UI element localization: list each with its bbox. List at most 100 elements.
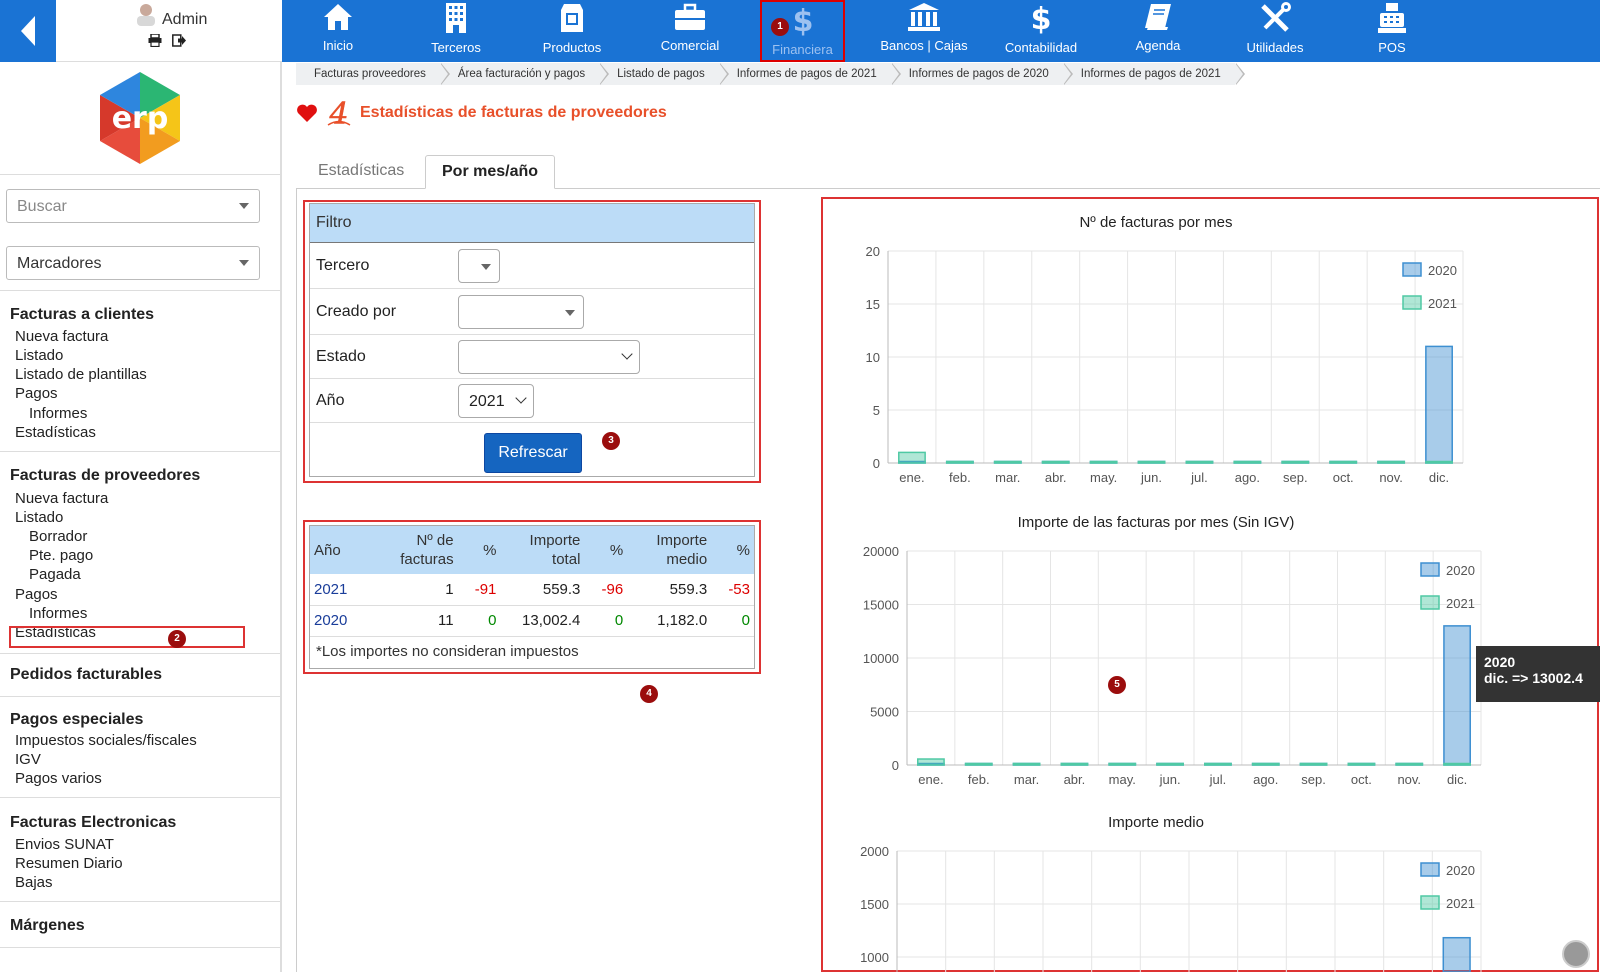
section-pedidos-facturables[interactable]: Pedidos facturables (10, 666, 162, 684)
nav-utilidades[interactable]: Utilidades (1240, 0, 1310, 62)
chevron-down-icon (565, 310, 575, 316)
bar (1137, 460, 1166, 464)
y-tick-label: 0 (892, 758, 899, 773)
breadcrumb-item[interactable]: Informes de pagos de 2020 (890, 63, 1073, 85)
user-name[interactable]: Admin (162, 11, 207, 29)
table-row: 2021 1 -91 559.3 -96 559.3 -53 (310, 574, 754, 606)
breadcrumb-item[interactable]: Facturas proveedores (296, 63, 450, 85)
breadcrumb-item[interactable]: Área facturación y pagos (439, 63, 610, 85)
cell-pct: 0 (584, 605, 628, 637)
nav-label: Bancos | Cajas (880, 38, 968, 53)
filter-row-anio: Año 2021 (310, 379, 754, 423)
bookmarks-select[interactable]: Marcadores (6, 246, 260, 280)
step-badge: 1 (771, 18, 789, 36)
back-button[interactable] (0, 0, 56, 62)
sidebar-item-nueva-factura[interactable]: Nueva factura (15, 490, 108, 507)
sidebar-item-pagada[interactable]: Pagada (29, 566, 81, 583)
chevron-down-icon (515, 392, 527, 404)
bar (1204, 762, 1232, 766)
sidebar-item-igv[interactable]: IGV (15, 751, 41, 768)
tab-estadisticas[interactable]: Estadísticas (302, 155, 420, 189)
bar (1089, 460, 1118, 464)
y-tick-label: 20000 (863, 544, 899, 559)
section-pagos-especiales[interactable]: Pagos especiales (10, 711, 143, 729)
sidebar-item-pte-pago[interactable]: Pte. pago (29, 547, 93, 564)
nav-contabilidad[interactable]: $ Contabilidad (1002, 0, 1080, 62)
nav-agenda[interactable]: Agenda (1128, 0, 1188, 62)
creado-por-select[interactable] (458, 295, 584, 329)
tools-icon (1261, 2, 1291, 32)
y-tick-label: 20 (866, 244, 880, 259)
bar (1281, 460, 1310, 464)
sidebar-item-borrador[interactable]: Borrador (29, 528, 87, 545)
bar (1347, 762, 1376, 766)
bar (1233, 460, 1262, 464)
svg-text:$: $ (1031, 2, 1052, 34)
chart-title: Nº de facturas por mes (1079, 214, 1232, 231)
logout-icon[interactable] (172, 34, 186, 50)
sidebar-item-bajas[interactable]: Bajas (15, 874, 53, 891)
cell-avg: 1,182.0 (627, 605, 712, 637)
year-link[interactable]: 2020 (310, 605, 370, 637)
tab-por-mes-anio[interactable]: Por mes/año (425, 155, 556, 189)
nav-comercial[interactable]: Comercial (656, 0, 724, 62)
nav-pos[interactable]: POS (1362, 0, 1422, 62)
nav-bancos-cajas[interactable]: Bancos | Cajas (878, 0, 970, 62)
sidebar-item-listado[interactable]: Listado (15, 509, 63, 526)
year-link[interactable]: 2021 (310, 574, 370, 606)
nav-inicio[interactable]: Inicio (308, 0, 368, 62)
nav-terceros[interactable]: Terceros (426, 0, 486, 62)
sidebar-item-nueva-factura[interactable]: Nueva factura (15, 328, 108, 345)
sidebar-item-listado[interactable]: Listado (15, 347, 63, 364)
sidebar-item-informes[interactable]: Informes (29, 605, 87, 622)
sidebar: erp Buscar Marcadores Facturas a cliente… (0, 62, 282, 972)
svg-text:erp: erp (112, 101, 169, 136)
x-tick-label: ene. (899, 470, 924, 485)
anio-select[interactable]: 2021 (458, 384, 534, 418)
breadcrumb-item[interactable]: Informes de pagos de 2021 (718, 63, 901, 85)
dollar-icon: $ (792, 4, 813, 36)
sidebar-item-envios-sunat[interactable]: Envios SUNAT (15, 836, 114, 853)
breadcrumb-item[interactable]: Listado de pagos (599, 63, 729, 85)
section-margenes[interactable]: Márgenes (10, 917, 85, 935)
estado-select[interactable] (458, 340, 640, 374)
section-facturas-electronicas[interactable]: Facturas Electronicas (10, 814, 176, 832)
cell-total: 13,002.4 (500, 605, 585, 637)
print-icon[interactable] (148, 33, 162, 50)
refresh-button[interactable]: Refrescar (484, 433, 582, 473)
bar (1443, 762, 1471, 766)
sidebar-item-pagos[interactable]: Pagos (15, 385, 58, 402)
sidebar-item-pagos-varios[interactable]: Pagos varios (15, 770, 102, 787)
scroll-handle[interactable] (1562, 940, 1590, 968)
x-tick-label: oct. (1333, 470, 1354, 485)
sidebar-item-impuestos[interactable]: Impuestos sociales/fiscales (15, 732, 197, 749)
x-tick-label: mar. (995, 470, 1020, 485)
charts-area: Nº de facturas por mes 0 5 10 15 20 ene. feb. ma… (860, 214, 1482, 972)
nav-productos[interactable]: Productos (534, 0, 610, 62)
breadcrumb-item[interactable]: Informes de pagos de 2021 (1062, 63, 1245, 85)
sidebar-item-informes[interactable]: Informes (29, 405, 87, 422)
avatar[interactable] (134, 2, 158, 26)
search-select[interactable]: Buscar (6, 189, 260, 223)
legend-label: 2020 (1446, 563, 1475, 578)
bar (1299, 762, 1328, 766)
section-facturas-clientes[interactable]: Facturas a clientes (10, 306, 154, 324)
x-tick-label: may. (1090, 470, 1117, 485)
tercero-select[interactable] (458, 249, 500, 283)
sidebar-item-resumen-diario[interactable]: Resumen Diario (15, 855, 123, 872)
bar (1442, 936, 1471, 972)
sidebar-item-pagos[interactable]: Pagos (15, 586, 58, 603)
sidebar-item-listado-plantillas[interactable]: Listado de plantillas (15, 366, 147, 383)
cell-count: 1 (369, 574, 458, 606)
section-facturas-proveedores[interactable]: Facturas de proveedores (10, 467, 200, 485)
table-note: *Los importes no consideran impuestos (316, 642, 579, 660)
cell-pct: -96 (584, 574, 628, 606)
divider (0, 901, 280, 902)
content-border (296, 188, 297, 972)
sidebar-item-estadisticas-active[interactable]: Estadísticas (15, 624, 96, 641)
bar (1156, 762, 1184, 766)
chart-title: Importe medio (1108, 814, 1204, 831)
chart-title: Importe de las facturas por mes (Sin IGV… (1018, 514, 1295, 531)
heart-icon[interactable] (296, 103, 318, 123)
sidebar-item-estadisticas[interactable]: Estadísticas (15, 424, 96, 441)
